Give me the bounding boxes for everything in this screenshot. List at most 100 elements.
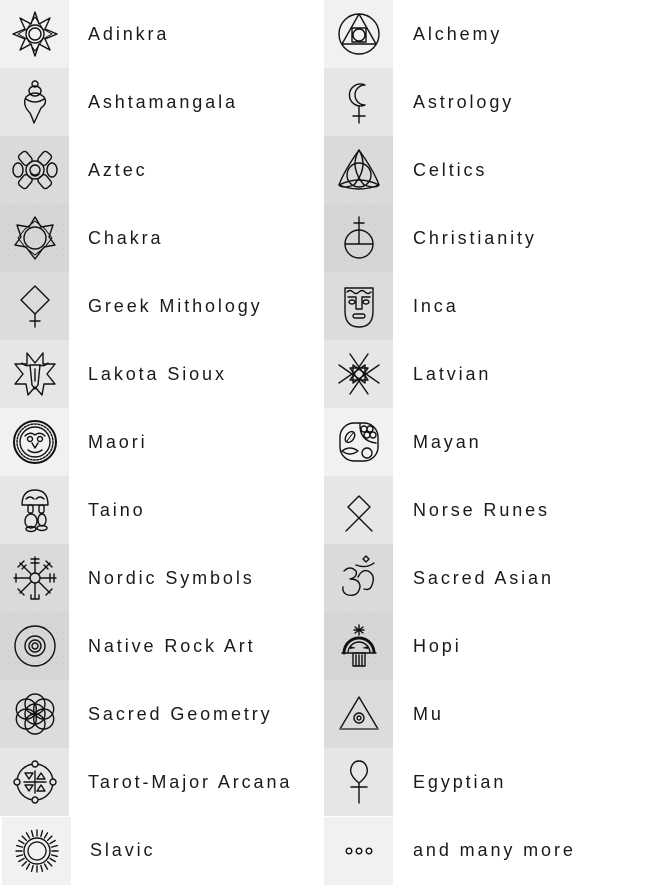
category-item[interactable]: Aztec [0, 136, 325, 204]
icon-box [0, 136, 69, 204]
icon-box [0, 748, 69, 816]
aztec-flower-icon [11, 150, 58, 190]
category-item[interactable]: Egyptian [324, 748, 649, 816]
inca-mask-icon [343, 287, 374, 328]
concentric-circles-icon [13, 625, 56, 667]
icon-box [0, 680, 69, 748]
adinkra-star-icon [11, 11, 58, 57]
category-label: Slavic [90, 839, 156, 860]
auseklis-star-icon [337, 353, 380, 395]
icon-box [324, 748, 393, 816]
diamond-cross-icon [19, 285, 50, 328]
lotus-chakra-icon [13, 216, 56, 260]
category-label: Mu [413, 703, 444, 724]
category-label: Aztec [88, 159, 148, 180]
category-item[interactable]: Mu [324, 680, 649, 748]
left-column: Adinkra Ashtamangala Aztec Chakra Greek … [0, 0, 325, 885]
sun-ray [30, 864, 34, 872]
icon-box [0, 408, 69, 476]
icon-box [324, 272, 393, 340]
moon-cross-icon [348, 83, 366, 124]
category-label: Lakota Sioux [88, 363, 227, 384]
category-item[interactable]: Sacred Geometry [0, 680, 325, 748]
category-item[interactable]: Inca [324, 272, 649, 340]
icon-box [324, 408, 393, 476]
category-label: Latvian [413, 363, 492, 384]
icon-box [0, 68, 69, 136]
category-item[interactable]: and many more [324, 816, 649, 885]
category-label: Nordic Symbols [88, 567, 255, 588]
icon-box [0, 612, 69, 680]
buffalo-star-icon [13, 352, 56, 396]
othala-rune-icon [344, 495, 373, 532]
category-label: Mayan [413, 431, 482, 452]
conch-shell-icon [23, 80, 46, 124]
category-item[interactable]: Ashtamangala [0, 68, 325, 136]
globus-cruciger-icon [343, 216, 374, 259]
icon-box [324, 136, 393, 204]
category-label: Sacred Geometry [88, 703, 273, 724]
category-label: Hopi [413, 635, 462, 656]
icon-box [0, 544, 69, 612]
hopi-sun-face-icon [340, 624, 377, 667]
sun-ray [25, 832, 30, 839]
category-label: Tarot-Major Arcana [88, 771, 293, 792]
category-label: Ashtamangala [88, 91, 238, 112]
sun-ray [39, 830, 43, 838]
category-item[interactable]: Native Rock Art [0, 612, 325, 680]
category-label: and many more [413, 839, 576, 860]
sun-ray [43, 832, 48, 839]
category-item[interactable]: Chakra [0, 204, 325, 272]
triquetra-icon [337, 149, 380, 190]
category-item[interactable]: Hopi [324, 612, 649, 680]
icon-box [324, 204, 393, 272]
category-label: Astrology [413, 91, 515, 112]
category-label: Inca [413, 295, 459, 316]
category-item[interactable]: Maori [0, 408, 325, 476]
category-label: Sacred Asian [413, 567, 554, 588]
sun-ray [46, 860, 53, 867]
slavic-sun-icon [14, 829, 59, 873]
mayan-glyph-icon [338, 422, 379, 462]
category-item[interactable]: Christianity [324, 204, 649, 272]
category-item[interactable]: Latvian [324, 340, 649, 408]
sun-ray [25, 863, 30, 870]
category-item[interactable]: Greek Mithology [0, 272, 325, 340]
category-label: Alchemy [413, 23, 503, 44]
sun-ray [30, 830, 34, 838]
category-item[interactable]: Slavic [0, 816, 325, 885]
sun-ray [46, 835, 53, 842]
icon-box [0, 204, 69, 272]
category-item[interactable]: Sacred Asian [324, 544, 649, 612]
category-item[interactable]: Tarot-Major Arcana [0, 748, 325, 816]
category-item[interactable]: Norse Runes [324, 476, 649, 544]
om-icon [341, 555, 375, 597]
category-label: Celtics [413, 159, 488, 180]
icon-box [324, 68, 393, 136]
sun-ray [48, 839, 56, 845]
category-item[interactable]: Mayan [324, 408, 649, 476]
flower-of-life-icon [15, 693, 54, 735]
eye-triangle-icon [338, 696, 379, 730]
category-item[interactable]: Taino [0, 476, 325, 544]
right-column: Alchemy Astrology Celtics Christianity I… [324, 0, 649, 885]
category-item[interactable]: Celtics [324, 136, 649, 204]
category-label: Egyptian [413, 771, 507, 792]
category-label: Maori [88, 431, 148, 452]
icon-box [324, 544, 393, 612]
category-item[interactable]: Lakota Sioux [0, 340, 325, 408]
category-label: Christianity [413, 227, 537, 248]
icon-box [0, 476, 69, 544]
category-item[interactable]: Nordic Symbols [0, 544, 325, 612]
sun-ray [50, 854, 58, 858]
category-label: Norse Runes [413, 499, 550, 520]
sun-ray [20, 835, 27, 842]
icon-box [324, 476, 393, 544]
category-item[interactable]: Adinkra [0, 0, 325, 68]
category-item[interactable]: Alchemy [324, 0, 649, 68]
sun-ray [17, 857, 25, 863]
sun-ray [50, 844, 58, 848]
sun-ray [43, 863, 48, 870]
squared-circle-icon [337, 13, 380, 55]
category-item[interactable]: Astrology [324, 68, 649, 136]
